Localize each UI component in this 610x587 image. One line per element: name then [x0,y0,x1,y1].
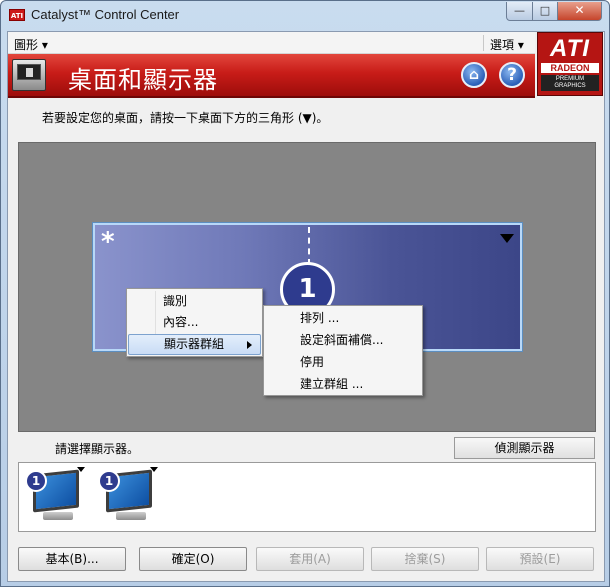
display-thumbnail[interactable]: 1 [96,466,162,528]
desktop-dropdown-icon[interactable] [500,234,514,243]
submenu-item-arrange[interactable]: 排列 ... [265,307,421,329]
help-icon[interactable]: ? [499,62,525,88]
monitor-stand [43,512,73,520]
thumbnail-number-badge: 1 [25,470,47,492]
logo-product: RADEON [541,63,599,73]
display-group-submenu: 排列 ... 設定斜面補償... 停用 建立群組 ... [263,305,423,396]
submenu-item-bezel-compensation[interactable]: 設定斜面補償... [265,329,421,351]
monitor-divider [308,227,310,265]
menu-item-properties[interactable]: 內容... [128,312,261,333]
select-display-label: 請選擇顯示器。 [55,442,140,456]
title-bar[interactable]: ATI Catalyst™ Control Center — □ ✕ [1,1,609,31]
monitor-stand [116,512,146,520]
window-title: Catalyst™ Control Center [31,7,180,22]
ati-app-icon: ATI [9,9,25,21]
ok-button[interactable]: 確定(O) [139,547,247,571]
detect-displays-button[interactable]: 偵測顯示器 [454,437,595,459]
page-banner: 桌面和顯示器 ⌂ ? [8,54,535,98]
menu-item-display-group-label: 顯示器群組 [164,337,225,351]
home-icon[interactable]: ⌂ [461,62,487,88]
submenu-item-create-group[interactable]: 建立群組 ... [265,373,421,395]
menu-options[interactable]: 選項 ▾ [490,36,524,53]
primary-display-marker: * [101,227,115,257]
menu-bar: 圖形 ▾ 選項 ▾ [8,32,535,54]
basic-button[interactable]: 基本(B)... [18,547,126,571]
menu-item-identify[interactable]: 識別 [128,291,261,312]
discard-button[interactable]: 捨棄(S) [371,547,479,571]
logo-tagline-1: PREMIUM [555,76,585,82]
thumbnail-number-badge: 1 [98,470,120,492]
display-settings-icon [12,59,46,91]
thumbnail-dropdown-icon[interactable] [150,467,158,472]
page-title: 桌面和顯示器 [68,66,218,94]
logo-brand: ATI [550,35,590,62]
menu-separator [483,35,484,51]
display-thumbnail-strip: 1 1 [18,462,596,532]
defaults-button[interactable]: 預設(E) [486,547,594,571]
instruction-text: 若要設定您的桌面，請按一下桌面下方的三角形 (▼)。 [42,111,329,125]
display-thumbnail[interactable]: 1 [23,466,89,528]
client-area: 圖形 ▾ 選項 ▾ 桌面和顯示器 ⌂ ? ATI RADEON PREMIUM … [7,31,605,582]
minimize-button[interactable]: — [506,2,533,21]
submenu-item-disable[interactable]: 停用 [265,351,421,373]
app-window: ATI Catalyst™ Control Center — □ ✕ 圖形 ▾ … [0,0,610,587]
maximize-button[interactable]: □ [532,2,558,21]
logo-tagline-2: GRAPHICS [554,83,586,89]
close-button[interactable]: ✕ [557,2,602,21]
context-menu: 識別 內容... 顯示器群組 [126,288,263,357]
submenu-arrow-icon [247,341,252,349]
menu-item-display-group[interactable]: 顯示器群組 [128,334,261,355]
apply-button[interactable]: 套用(A) [256,547,364,571]
thumbnail-dropdown-icon[interactable] [77,467,85,472]
ati-radeon-logo: ATI RADEON PREMIUM GRAPHICS [537,32,603,96]
logo-tagline: PREMIUM GRAPHICS [541,75,599,91]
menu-graphics[interactable]: 圖形 ▾ [14,36,48,53]
